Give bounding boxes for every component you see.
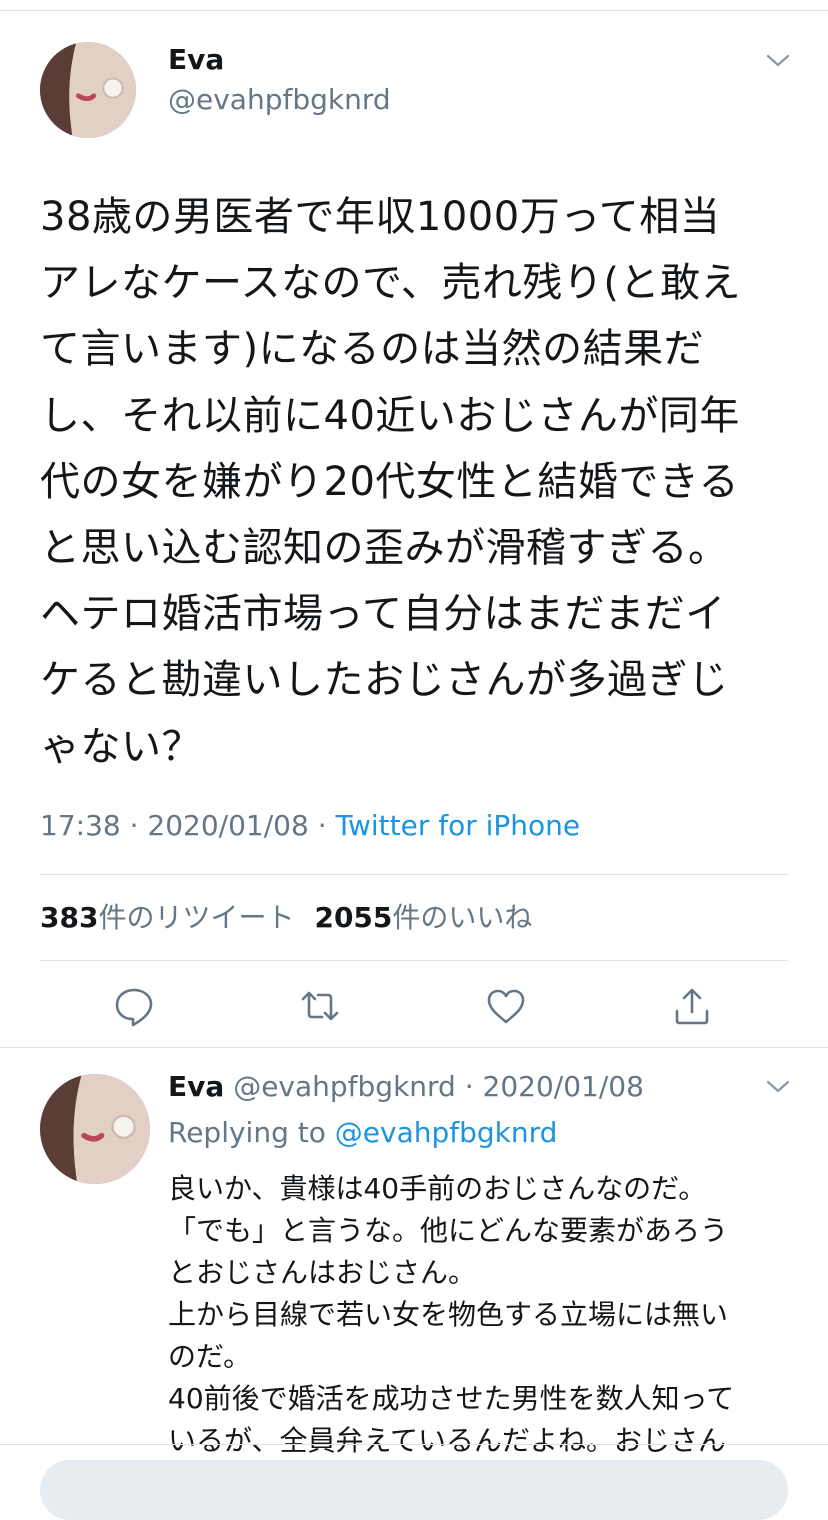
replying-to: Replying to @evahpfbgknrd [168,1114,557,1152]
divider [40,874,788,875]
reply-header: Eva @evahpfbgknrd · 2020/01/08 [168,1068,644,1106]
reply-author-name[interactable]: Eva [168,1070,224,1103]
author-avatar[interactable] [40,42,136,138]
tweet-text: 38歳の男医者で年収1000万って相当 アレなケースなので、売れ残り(と敢え て… [40,184,800,780]
share-icon[interactable] [670,984,714,1028]
reply-text-line: のだ。 [168,1340,252,1373]
reply-compose-input[interactable] [40,1460,788,1520]
tweet-date: 2020/01/08 [147,809,309,842]
reply-text: 良いか、貴様は40手前のおじさんなのだ。 「でも」と言うな。他にどんな要素があろ… [168,1168,798,1462]
reply-author-avatar[interactable] [40,1074,150,1184]
replying-to-label: Replying to [168,1116,326,1149]
tweet-time: 17:38 [40,809,121,842]
chevron-down-icon[interactable] [762,1074,794,1098]
reply-text-line: 40前後で婚活を成功させた男性を数人知って [168,1382,735,1415]
tweet-meta: 17:38 · 2020/01/08 · Twitter for iPhone [40,808,580,844]
reply-text-line: 「でも」と言うな。他にどんな要素があろう [168,1214,729,1247]
retweets-stat[interactable]: 383件のリツイート [40,901,294,934]
section-divider [0,1047,828,1048]
tweet-text-line: 38歳の男医者で年収1000万って相当 [40,194,721,240]
reply-date: 2020/01/08 [482,1070,644,1103]
author-handle[interactable]: @evahpfbgknrd [168,82,391,118]
meta-separator: · [455,1070,483,1103]
divider [40,960,788,961]
reply-text-line: 良いか、貴様は40手前のおじさんなのだ。 [168,1172,707,1205]
tweet-stats: 383件のリツイート 2055件のいいね [40,898,532,938]
like-count: 2055 [314,901,393,934]
tweet-text-line: て言います)になるのは当然の結果だ [40,326,705,373]
reply-author-handle[interactable]: @evahpfbgknrd [233,1070,456,1103]
tweet-text-line: ゃない？ [40,723,202,770]
reply-text-line: とおじさんはおじさん。 [168,1256,477,1289]
like-icon[interactable] [484,984,528,1028]
meta-separator: · [308,809,336,842]
tweet-text-line: し、それ以前に40近いおじさんが同年 [40,392,740,439]
likes-stat[interactable]: 2055件のいいね [314,901,532,934]
retweet-icon[interactable] [298,984,342,1028]
top-divider [0,10,828,11]
tweet-text-line: と思い込む認知の歪みが滑稽すぎる。 [40,525,729,572]
meta-separator: · [120,809,148,842]
like-label: 件のいいね [392,901,533,934]
reply-icon[interactable] [112,984,156,1028]
tweet-text-line: ケると勘違いしたおじさんが多過ぎじ [40,657,729,704]
reply-text-line: 上から目線で若い女を物色する立場には無い [168,1298,729,1331]
author-name[interactable]: Eva [168,42,224,78]
tweet-source-link[interactable]: Twitter for iPhone [336,809,581,842]
tweet-text-line: 代の女を嫌がり20代女性と結婚できる [40,458,740,505]
replying-to-mention[interactable]: @evahpfbgknrd [335,1116,558,1149]
retweet-label: 件のリツイート [98,901,295,934]
compose-divider [0,1444,828,1445]
tweet-text-line: ヘテロ婚活市場って自分はまだまだイ [40,591,726,638]
retweet-count: 383 [40,901,99,934]
tweet-text-line: アレなケースなので、売れ残り(と敢え [40,260,742,307]
chevron-down-icon[interactable] [762,48,794,72]
reply-text-line: いるが、全員弁えているんだよね。おじさん [168,1424,727,1457]
